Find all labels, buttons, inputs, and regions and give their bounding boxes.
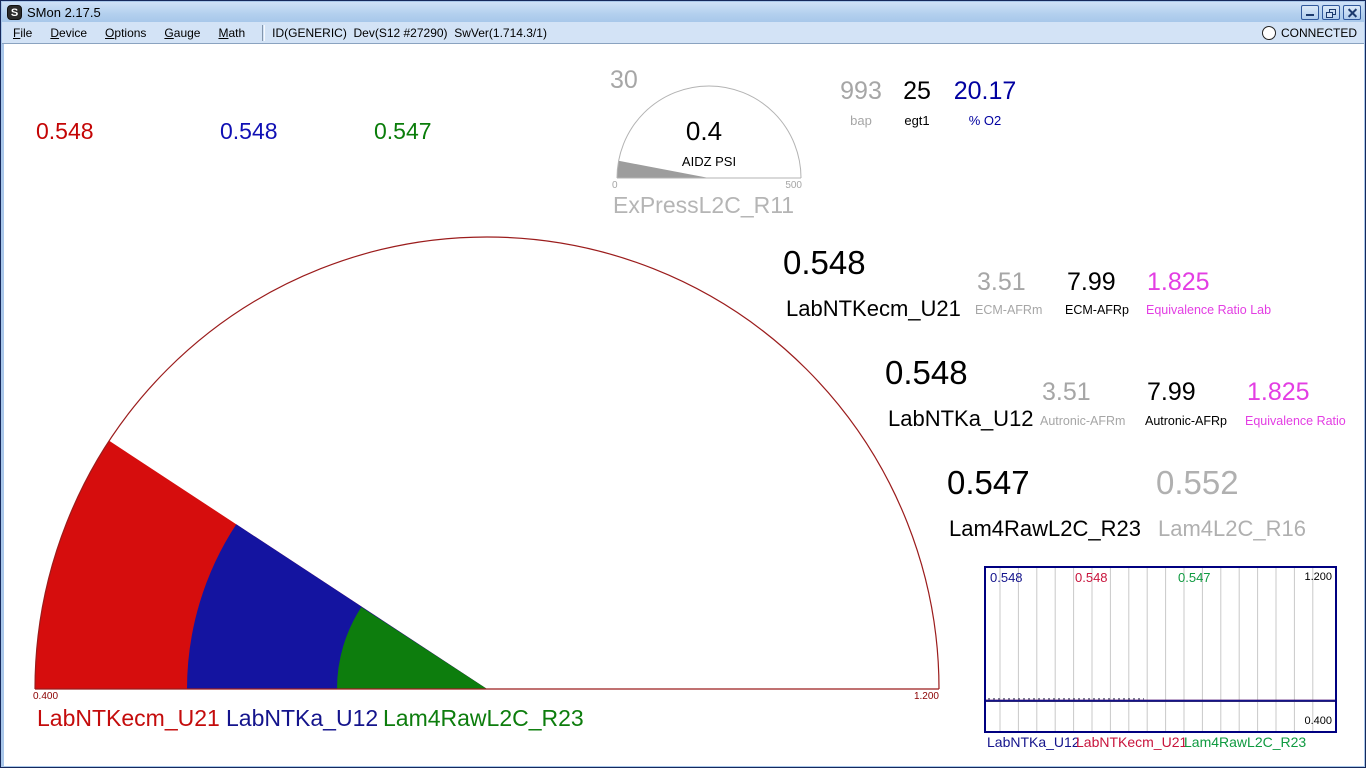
connection-status: CONNECTED xyxy=(1261,22,1357,44)
strip-value-1: 0.548 xyxy=(990,570,1023,585)
quick-value-blue: 0.548 xyxy=(220,118,278,144)
device-info: ID(GENERIC) Dev(S12 #27290) SwVer(1.714.… xyxy=(272,25,547,40)
lambda-legend-1: LabNTKecm_U21 xyxy=(37,705,220,731)
close-button[interactable] xyxy=(1343,5,1361,20)
row1-sub3-label: Equivalence Ratio Lab xyxy=(1146,303,1272,317)
press-gauge-title: ExPressL2C_R11 xyxy=(613,192,795,218)
lambda-gauge-min: 0.400 xyxy=(33,691,59,702)
lambda-legend-2: LabNTKa_U12 xyxy=(226,705,379,731)
press-gauge-max: 500 xyxy=(785,180,802,191)
lambda-gauge-max: 1.200 xyxy=(913,691,939,702)
lambda-gauge xyxy=(34,236,940,690)
app-window: SMon 2.17.5 File Device Options Gauge Ma… xyxy=(0,0,1366,768)
lambda-legend-3: Lam4RawL2C_R23 xyxy=(383,705,584,731)
strip-ymin: 0.400 xyxy=(1304,715,1332,727)
row1-sub1-value: 3.51 xyxy=(977,268,1026,296)
menu-math[interactable]: Math xyxy=(215,25,248,41)
menu-separator xyxy=(262,24,266,41)
strip-legend-3: Lam4RawL2C_R23 xyxy=(1184,734,1307,750)
press-gauge-min: 0 xyxy=(612,180,618,191)
quick-value-red: 0.548 xyxy=(36,118,94,144)
connection-label: CONNECTED xyxy=(1280,26,1357,40)
row2-sub3-label: Equivalence Ratio xyxy=(1245,414,1346,428)
menu-file[interactable]: File xyxy=(10,25,35,41)
row1-sub2-label: ECM-AFRp xyxy=(1065,303,1129,317)
row3-secondary-value: 0.552 xyxy=(1156,464,1239,501)
row3-name: Lam4RawL2C_R23 xyxy=(949,516,1141,541)
app-icon xyxy=(7,4,22,20)
row1-sub3-value: 1.825 xyxy=(1147,268,1210,296)
restore-button[interactable] xyxy=(1322,5,1340,20)
row1-sub1-label: ECM-AFRm xyxy=(975,303,1043,317)
window-title: SMon 2.17.5 xyxy=(27,4,101,20)
strip-chart xyxy=(984,566,1337,733)
menu-bar: File Device Options Gauge Math ID(GENERI… xyxy=(2,22,1364,44)
press-gauge-units: AIDZ PSI xyxy=(681,154,737,169)
menu-gauge[interactable]: Gauge xyxy=(161,25,203,41)
row3-value: 0.547 xyxy=(947,464,1030,501)
row2-sub2-label: Autronic-AFRp xyxy=(1145,414,1227,428)
minimize-button[interactable] xyxy=(1301,5,1319,20)
strip-legend-2: LabNTKecm_U21 xyxy=(1076,734,1188,750)
quick-value-green: 0.547 xyxy=(374,118,432,144)
menu-device[interactable]: Device xyxy=(47,25,90,41)
env-value-o2: 20.17 xyxy=(953,77,1017,105)
press-gauge-value: 0.4 xyxy=(685,116,723,146)
row1-sub2-value: 7.99 xyxy=(1067,268,1116,296)
window-controls xyxy=(1301,5,1361,20)
menu-options[interactable]: Options xyxy=(102,25,149,41)
row2-sub1-label: Autronic-AFRm xyxy=(1040,414,1126,428)
row3-secondary-name: Lam4L2C_R16 xyxy=(1158,516,1306,541)
strip-legend-1: LabNTKa_U12 xyxy=(987,734,1080,750)
row2-sub1-value: 3.51 xyxy=(1042,378,1091,406)
env-label-o2: % O2 xyxy=(968,113,1002,128)
minimize-icon xyxy=(1306,14,1314,16)
row2-sub2-value: 7.99 xyxy=(1147,378,1196,406)
strip-ymax: 1.200 xyxy=(1304,571,1332,583)
strip-value-3: 0.547 xyxy=(1178,570,1211,585)
connection-indicator-icon xyxy=(1261,26,1276,40)
row2-sub3-value: 1.825 xyxy=(1247,378,1310,406)
title-bar: SMon 2.17.5 xyxy=(2,2,1364,22)
strip-value-2: 0.548 xyxy=(1075,570,1108,585)
restore-icon-front xyxy=(1326,12,1333,18)
client-area: 0.548 0.548 0.547 30 0.4 AIDZ PSI 0 500 … xyxy=(4,44,1364,766)
